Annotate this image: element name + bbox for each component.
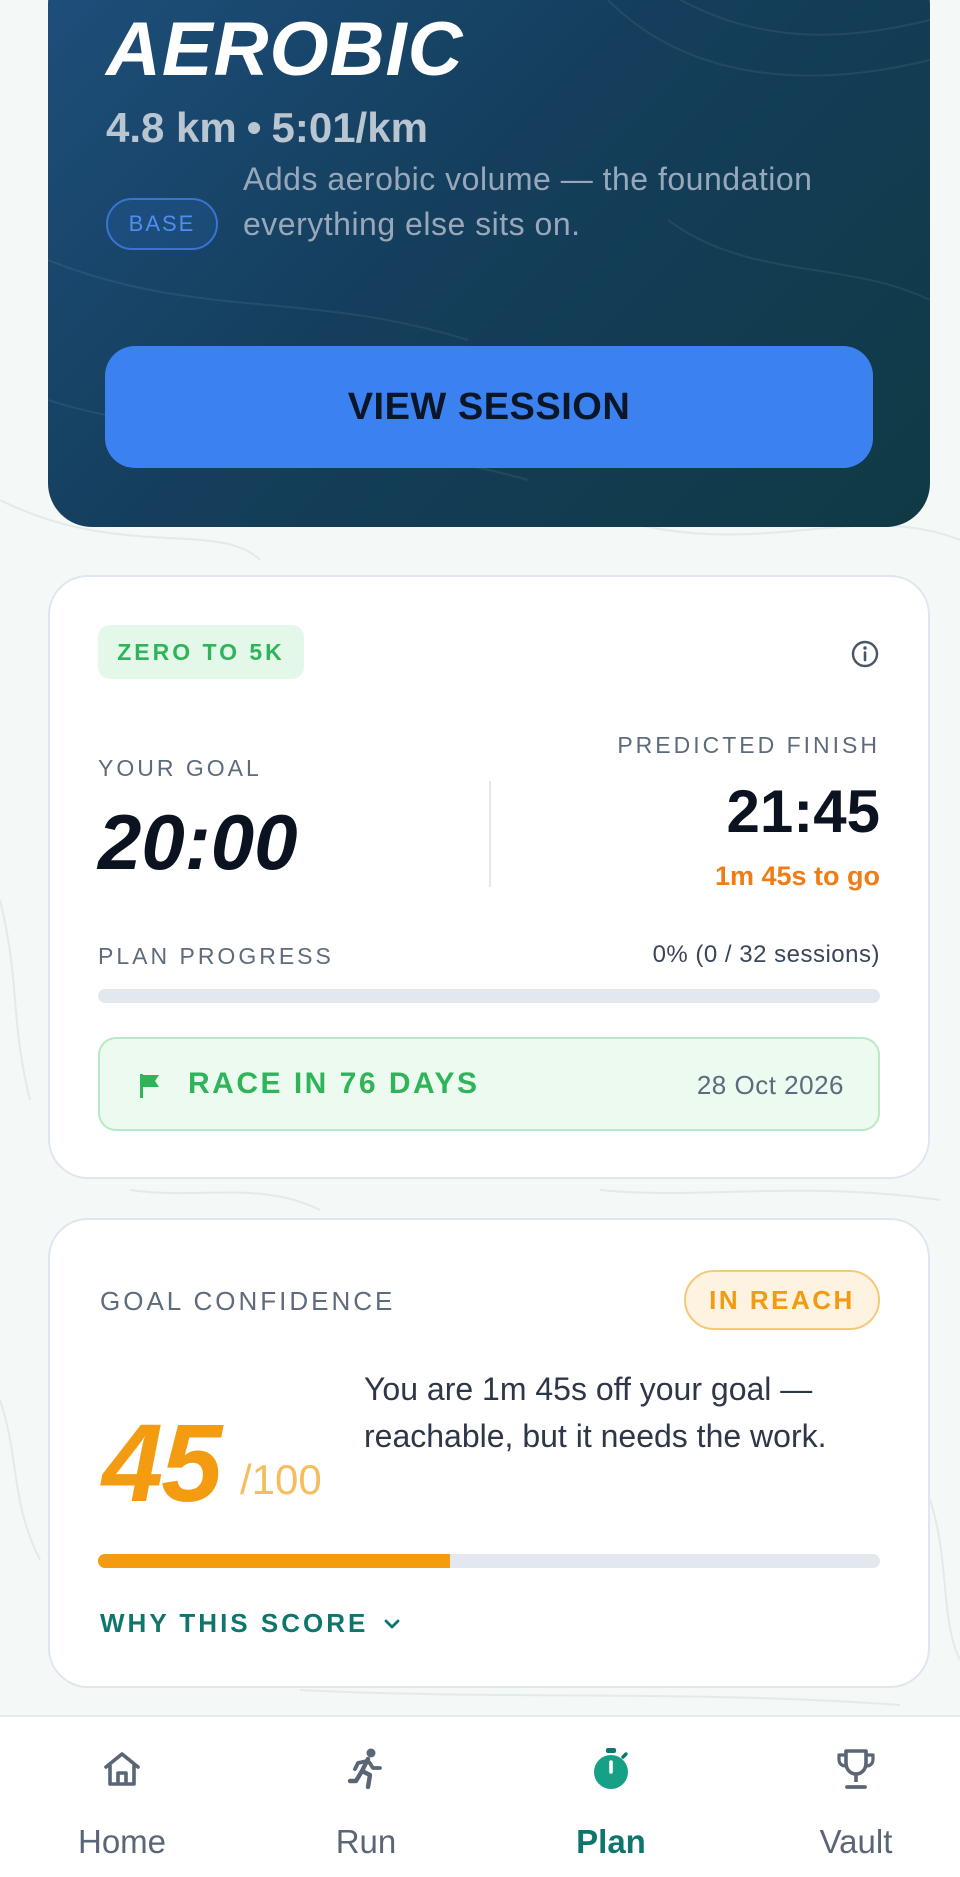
info-icon[interactable] bbox=[850, 639, 880, 669]
stopwatch-icon bbox=[594, 1748, 628, 1789]
stats-separator: • bbox=[246, 104, 262, 151]
confidence-score-fill bbox=[98, 1554, 450, 1568]
nav-item-plan[interactable]: Plan bbox=[491, 1717, 731, 1877]
session-description: Adds aerobic volume — the foundation eve… bbox=[243, 161, 813, 242]
session-distance: 4.8 km bbox=[106, 104, 237, 151]
predicted-finish-label: PREDICTED FINISH bbox=[617, 732, 880, 758]
nav-label-vault: Vault bbox=[819, 1823, 893, 1860]
race-countdown-label: RACE IN 76 DAYS bbox=[188, 1067, 480, 1100]
plan-tag: ZERO TO 5K bbox=[98, 625, 304, 679]
confidence-score: 45 bbox=[102, 1402, 222, 1525]
trophy-icon bbox=[837, 1749, 875, 1789]
goal-confidence-label: GOAL CONFIDENCE bbox=[100, 1286, 396, 1316]
session-title: AEROBIC bbox=[106, 7, 464, 92]
plan-progress-value: 0% (0 / 32 sessions) bbox=[652, 941, 880, 968]
session-pace: 5:01/km bbox=[271, 104, 428, 151]
bottom-navigation: Home Run Plan Vault bbox=[0, 1715, 960, 1877]
nav-item-vault[interactable]: Vault bbox=[736, 1717, 960, 1877]
flag-icon bbox=[140, 1074, 159, 1098]
goal-time: 20:00 bbox=[98, 798, 298, 886]
predicted-finish-time: 21:45 bbox=[726, 778, 880, 845]
time-to-go: 1m 45s to go bbox=[714, 861, 880, 891]
goal-label: YOUR GOAL bbox=[98, 755, 262, 781]
goal-confidence-card: GOAL CONFIDENCE IN REACH 45 /100 You are… bbox=[48, 1218, 930, 1688]
confidence-status-badge: IN REACH bbox=[684, 1270, 880, 1330]
why-this-score-toggle[interactable]: WHY THIS SCORE bbox=[100, 1608, 402, 1639]
view-session-button[interactable]: VIEW SESSION bbox=[105, 346, 873, 468]
nav-label-home: Home bbox=[77, 1823, 167, 1860]
runner-icon bbox=[347, 1748, 382, 1790]
phase-badge: BASE bbox=[106, 198, 218, 250]
nav-item-home[interactable]: Home bbox=[2, 1717, 242, 1877]
race-date: 28 Oct 2026 bbox=[696, 1070, 844, 1100]
session-hero-card: AEROBIC 4.8 km • 5:01/km BASE Adds aerobic… bbox=[48, 0, 930, 527]
nav-label-plan: Plan bbox=[576, 1823, 646, 1860]
plan-progress-label: PLAN PROGRESS bbox=[98, 943, 334, 969]
plan-summary-card: ZERO TO 5K YOUR GOAL 20:00 PREDICTED FIN… bbox=[48, 575, 930, 1179]
nav-label-run: Run bbox=[335, 1823, 397, 1860]
race-countdown[interactable]: RACE IN 76 DAYS 28 Oct 2026 bbox=[98, 1037, 880, 1131]
chevron-down-icon bbox=[384, 1619, 400, 1628]
confidence-description: You are 1m 45s off your goal — reachable… bbox=[364, 1371, 827, 1454]
nav-item-run[interactable]: Run bbox=[246, 1717, 486, 1877]
why-this-score-label: WHY THIS SCORE bbox=[100, 1608, 369, 1638]
home-icon bbox=[104, 1752, 140, 1786]
session-stats: 4.8 km • 5:01/km bbox=[106, 104, 428, 152]
confidence-score-max: /100 bbox=[240, 1456, 322, 1503]
plan-progress-bar bbox=[98, 989, 880, 1003]
confidence-score-bar bbox=[98, 1554, 880, 1568]
stat-divider bbox=[489, 781, 491, 887]
